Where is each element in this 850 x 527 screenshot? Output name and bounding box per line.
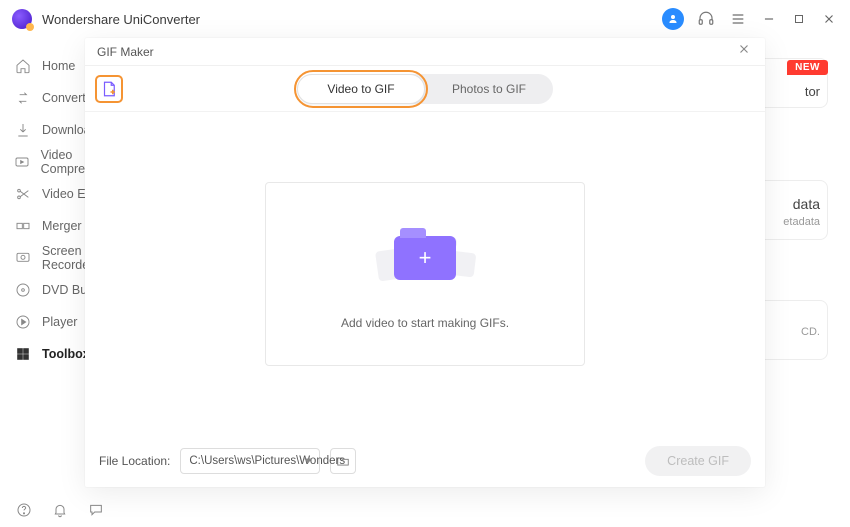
modal-body: + Add video to start making GIFs.	[85, 112, 765, 435]
tab-photos-to-gif[interactable]: Photos to GIF	[425, 74, 553, 104]
merge-icon	[14, 217, 32, 235]
sidebar-item-label: Toolbox	[42, 347, 90, 361]
maximize-icon	[793, 13, 805, 25]
minimize-icon	[762, 12, 776, 26]
window-close-button[interactable]	[820, 10, 838, 28]
folder-icon: +	[394, 236, 456, 280]
modal-title: GIF Maker	[97, 45, 154, 59]
home-icon	[14, 57, 32, 75]
mode-segmented-control: Video to GIF Photos to GIF	[297, 74, 553, 104]
create-gif-button[interactable]: Create GIF	[645, 446, 751, 476]
create-button-label: Create GIF	[667, 454, 729, 468]
help-icon	[16, 502, 32, 518]
toolbox-icon	[14, 345, 32, 363]
add-file-icon	[100, 80, 118, 98]
tab-label: Video to GIF	[327, 82, 394, 96]
close-icon	[822, 12, 836, 26]
file-location-select[interactable]: C:\Users\ws\Pictures\Wonders	[180, 448, 320, 474]
user-account-button[interactable]	[662, 8, 684, 30]
window-maximize-button[interactable]	[790, 10, 808, 28]
compress-icon	[14, 153, 31, 171]
support-button[interactable]	[696, 9, 716, 29]
add-file-button[interactable]	[95, 75, 123, 103]
tab-video-to-gif[interactable]: Video to GIF	[297, 74, 425, 104]
user-icon	[667, 13, 679, 25]
gif-maker-modal: GIF Maker Video to GIF Photos to GIF	[85, 38, 765, 487]
plus-icon: +	[419, 247, 432, 269]
bottombar	[0, 493, 850, 527]
menu-icon	[730, 11, 746, 27]
help-button[interactable]	[14, 500, 34, 520]
file-location-value: C:\Users\ws\Pictures\Wonders	[189, 455, 345, 467]
scissors-icon	[14, 185, 32, 203]
play-icon	[14, 313, 32, 331]
dropzone-illustration: +	[355, 218, 495, 298]
dvd-icon	[14, 281, 32, 299]
new-badge: NEW	[787, 60, 828, 75]
notifications-button[interactable]	[50, 500, 70, 520]
sidebar-item-label: Merger	[42, 219, 82, 233]
feedback-button[interactable]	[86, 500, 106, 520]
download-icon	[14, 121, 32, 139]
dropzone-text: Add video to start making GIFs.	[341, 316, 509, 330]
bell-icon	[52, 502, 68, 518]
app-title: Wondershare UniConverter	[42, 12, 200, 27]
bg-text-mid-title: data	[793, 196, 820, 212]
close-icon	[737, 42, 751, 56]
feedback-icon	[88, 502, 104, 518]
record-icon	[14, 249, 32, 267]
modal-header: GIF Maker	[85, 38, 765, 66]
modal-close-button[interactable]	[735, 42, 753, 61]
bg-text-top: tor	[805, 84, 820, 99]
tab-label: Photos to GIF	[452, 82, 526, 96]
titlebar: Wondershare UniConverter	[0, 0, 850, 38]
modal-toolbar: Video to GIF Photos to GIF	[85, 66, 765, 112]
dropzone[interactable]: + Add video to start making GIFs.	[265, 182, 585, 366]
headset-icon	[697, 10, 715, 28]
sidebar-item-label: Player	[42, 315, 77, 329]
window-minimize-button[interactable]	[760, 10, 778, 28]
bg-text-low: CD.	[801, 326, 820, 338]
sidebar-item-label: Home	[42, 59, 75, 73]
bg-text-mid-sub: etadata	[783, 216, 820, 228]
app-logo	[12, 9, 32, 29]
modal-footer: File Location: C:\Users\ws\Pictures\Wond…	[85, 435, 765, 487]
hamburger-menu-button[interactable]	[728, 9, 748, 29]
convert-icon	[14, 89, 32, 107]
file-location-label: File Location:	[99, 454, 170, 468]
